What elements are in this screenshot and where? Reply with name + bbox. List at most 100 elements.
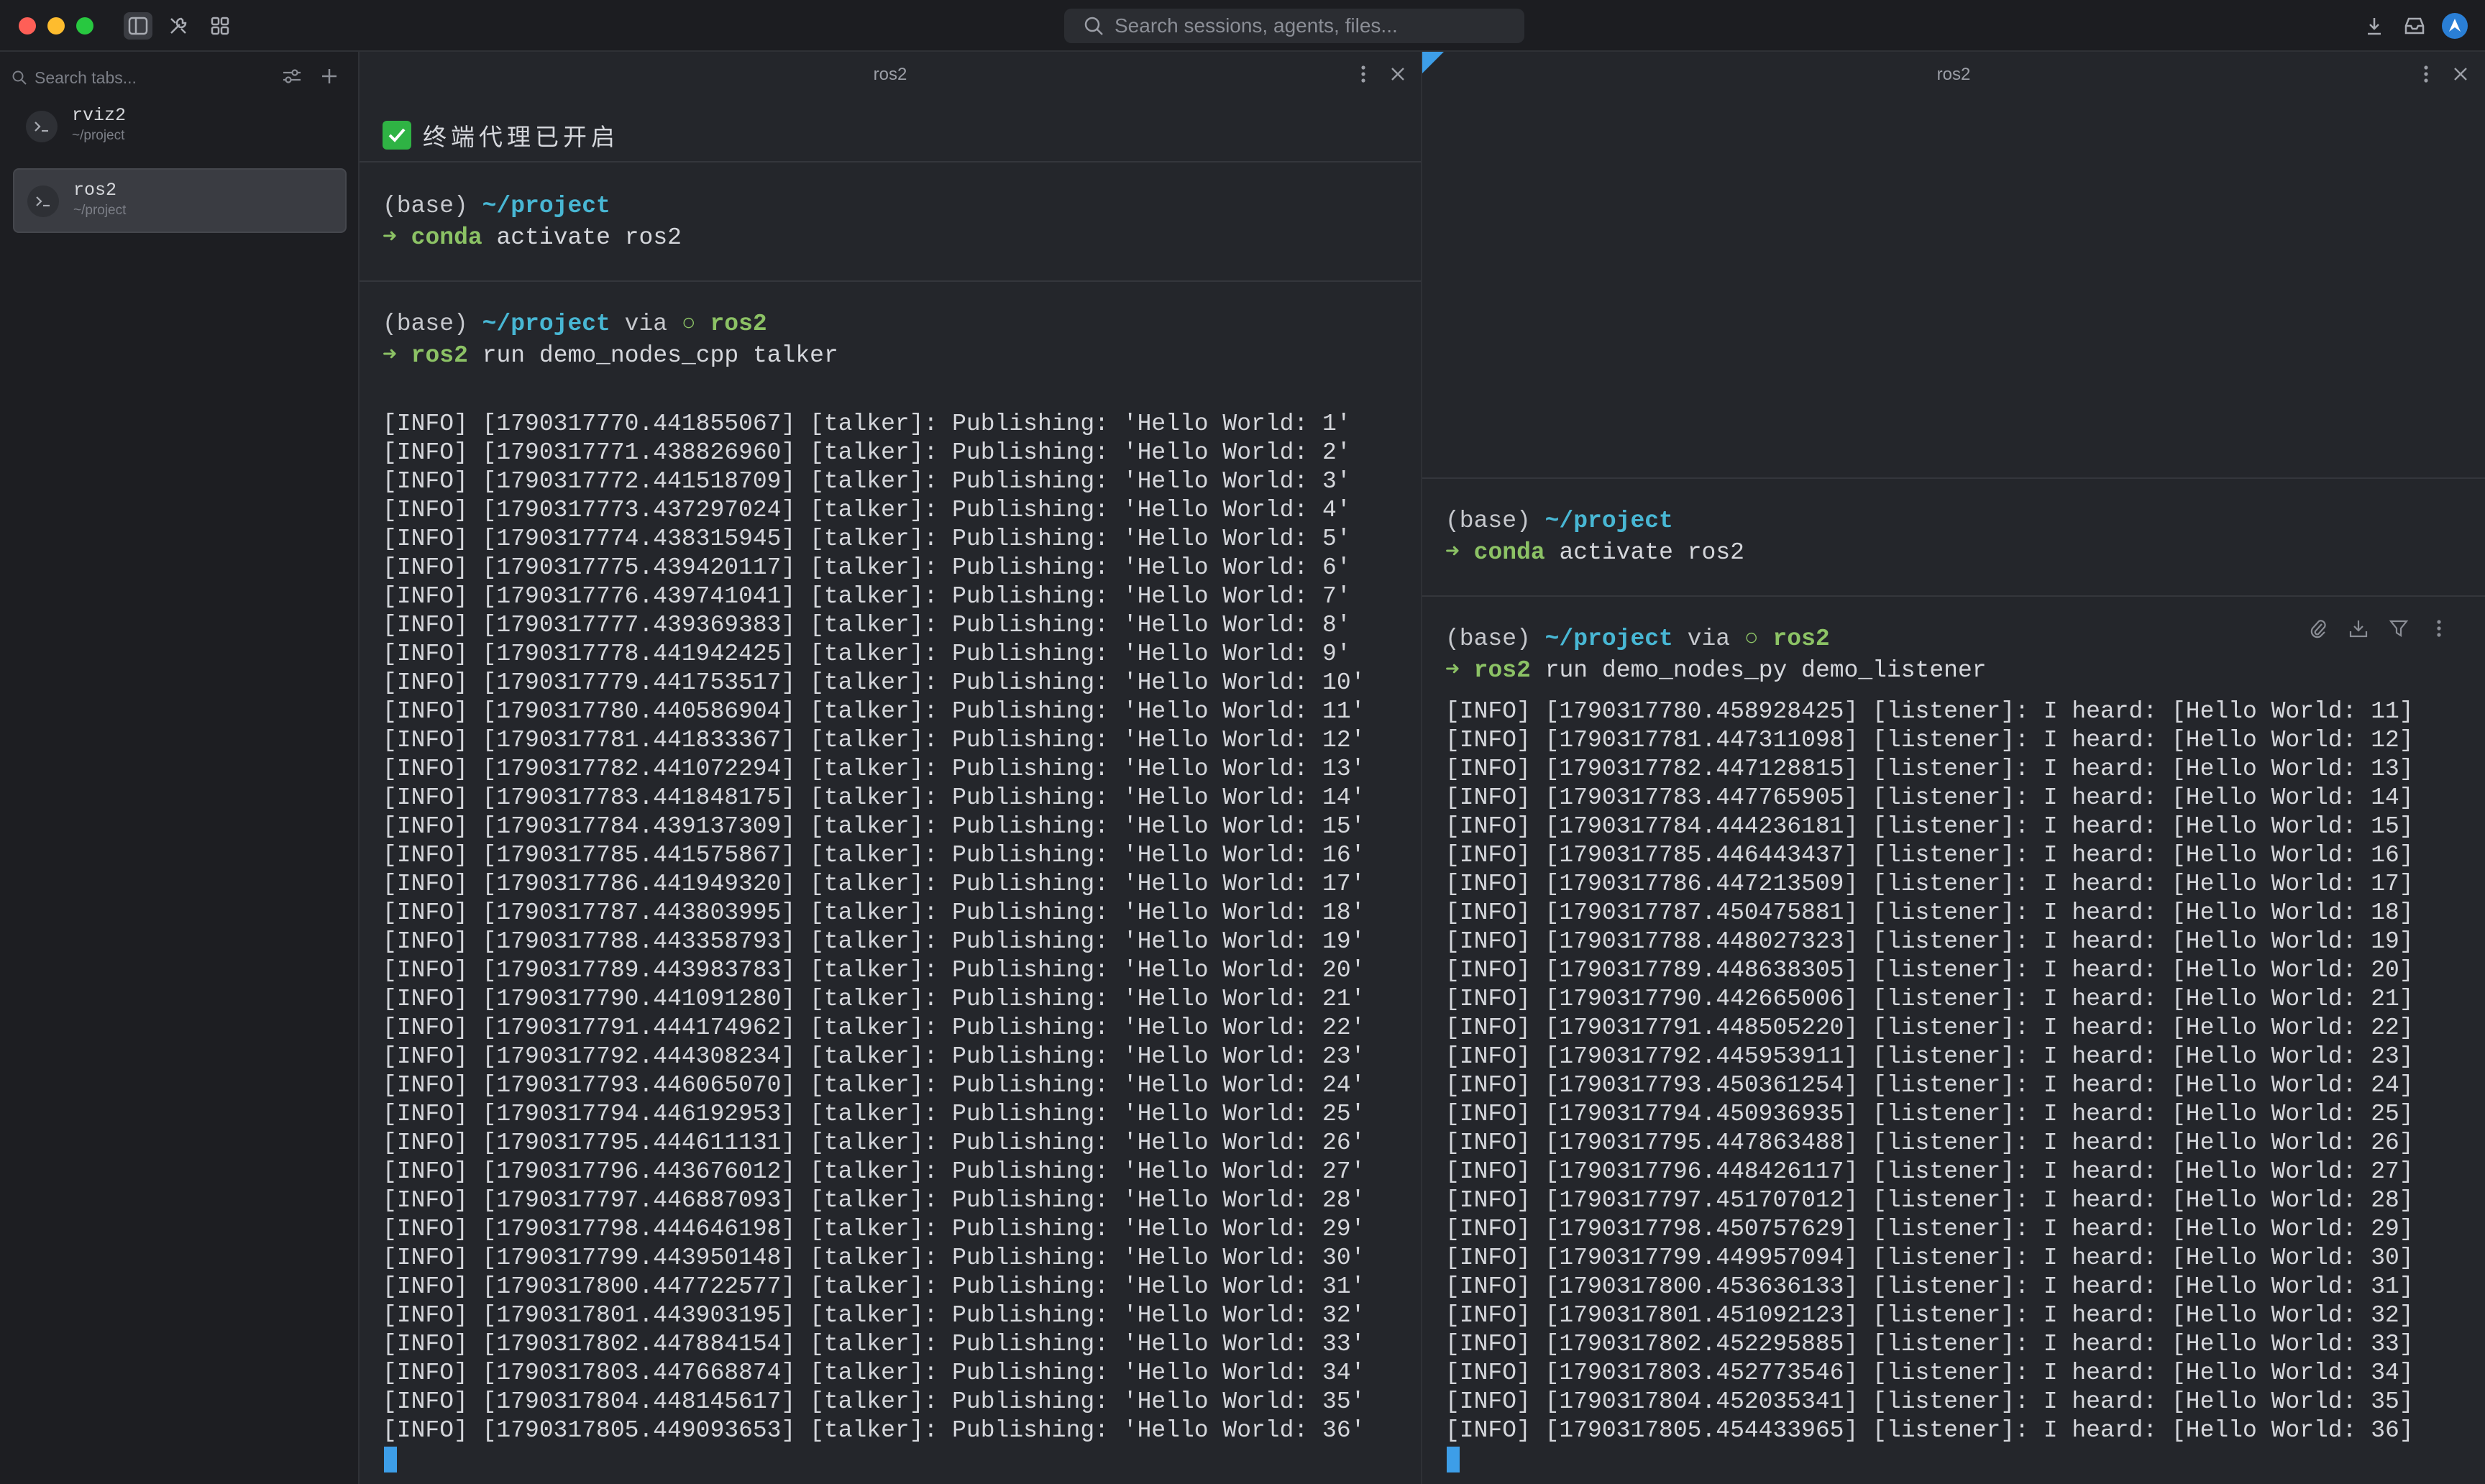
log-line: [INFO] [1790317792.445953911] [listener]…: [1445, 1043, 2414, 1070]
log-line: [INFO] [1790317783.441848175] [talker]: …: [383, 784, 1365, 811]
pane-header: ros2: [1422, 52, 2485, 96]
log-line: [INFO] [1790317802.452295885] [listener]…: [1445, 1331, 2414, 1357]
prompt-via: via: [610, 311, 682, 337]
terminal-pane-right[interactable]: ros2 (base) ~/project ➜ conda activate r…: [1422, 52, 2485, 1484]
log-line: [INFO] [1790317788.443358793] [talker]: …: [383, 928, 1365, 955]
command-args: run demo_nodes_py demo_listener: [1530, 657, 1987, 684]
command-args: run demo_nodes_cpp talker: [467, 342, 838, 369]
pane-title: ros2: [873, 65, 907, 84]
save-output-button[interactable]: [2343, 614, 2374, 643]
log-line: [INFO] [1790317774.438315945] [talker]: …: [383, 526, 1351, 552]
log-line: [INFO] [1790317788.448027323] [listener]…: [1445, 928, 2414, 955]
conda-env-icon: ○: [681, 311, 710, 337]
tab-search-input[interactable]: Search tabs...: [12, 63, 137, 92]
prompt-env-prefix: (base): [383, 193, 482, 219]
prompt-env-prefix: (base): [1445, 626, 1545, 652]
new-tab-button[interactable]: [315, 62, 344, 91]
pane-close-button[interactable]: [2448, 60, 2473, 88]
pane-menu-button[interactable]: [2413, 60, 2439, 88]
attach-button[interactable]: [2302, 614, 2334, 643]
session-name: ros2: [73, 180, 117, 201]
log-line: [INFO] [1790317789.448638305] [listener]…: [1445, 957, 2414, 984]
session-name: rviz2: [72, 105, 127, 126]
pane-menu-button[interactable]: [1350, 60, 1376, 88]
check-icon: [383, 121, 411, 150]
prompt-line: (base) ~/project: [1445, 508, 1673, 534]
log-line: [INFO] [1790317786.441949320] [talker]: …: [383, 871, 1365, 897]
terminal-output: [INFO] [1790317770.441855067] [talker]: …: [383, 410, 1365, 1445]
log-line: [INFO] [1790317804.452035341] [listener]…: [1445, 1388, 2414, 1415]
session-item-ros2[interactable]: ros2 ~/project: [13, 168, 347, 233]
command-name: ros2: [411, 342, 468, 369]
terminal-pane-left[interactable]: ros2 终端代理已开启 (base) ~/project ➜ conda ac…: [360, 52, 1422, 1484]
log-line: [INFO] [1790317796.448426117] [listener]…: [1445, 1158, 2414, 1185]
sidebar-toggle-button[interactable]: [124, 12, 152, 40]
filter-output-button[interactable]: [2383, 614, 2415, 643]
prompt-env-name: ros2: [710, 311, 767, 337]
filter-tabs-button[interactable]: [278, 62, 306, 91]
block-menu-button[interactable]: [2423, 614, 2455, 643]
log-line: [INFO] [1790317803.447668874] [talker]: …: [383, 1360, 1365, 1386]
prompt-env-prefix: (base): [383, 311, 482, 337]
log-line: [INFO] [1790317789.443983783] [talker]: …: [383, 957, 1365, 984]
global-search-input[interactable]: Search sessions, agents, files...: [1064, 9, 1524, 43]
more-icon: [2424, 65, 2428, 83]
session-path: ~/project: [73, 203, 127, 218]
log-line: [INFO] [1790317796.443676012] [talker]: …: [383, 1158, 1365, 1185]
log-line: [INFO] [1790317784.439137309] [talker]: …: [383, 813, 1365, 840]
log-line: [INFO] [1790317805.454433965] [listener]…: [1445, 1417, 2414, 1444]
minimize-window-button[interactable]: [47, 17, 65, 35]
log-line: [INFO] [1790317795.447863488] [listener]…: [1445, 1130, 2414, 1156]
command-name: conda: [411, 224, 482, 251]
terminal-icon: [27, 186, 59, 217]
session-item-rviz2[interactable]: rviz2 ~/project: [13, 95, 347, 160]
log-line: [INFO] [1790317798.450757629] [listener]…: [1445, 1216, 2414, 1242]
command-args: activate ros2: [482, 224, 682, 251]
command-name: ros2: [1473, 657, 1531, 684]
sliders-icon: [283, 69, 301, 83]
pane-header: ros2: [360, 52, 1421, 96]
close-window-button[interactable]: [19, 17, 36, 35]
prompt-env-prefix: (base): [1445, 508, 1545, 534]
download-button[interactable]: [2360, 12, 2389, 40]
log-line: [INFO] [1790317782.441072294] [talker]: …: [383, 756, 1365, 782]
search-icon: [12, 70, 27, 85]
log-line: [INFO] [1790317797.451707012] [listener]…: [1445, 1187, 2414, 1214]
log-line: [INFO] [1790317777.439369383] [talker]: …: [383, 612, 1351, 638]
log-line: [INFO] [1790317802.447884154] [talker]: …: [383, 1331, 1365, 1357]
download-icon: [2368, 18, 2381, 35]
log-line: [INFO] [1790317781.441833367] [talker]: …: [383, 727, 1365, 754]
account-button[interactable]: [2440, 12, 2469, 40]
log-line: [INFO] [1790317780.458928425] [listener]…: [1445, 698, 2414, 725]
grid-view-button[interactable]: [206, 12, 234, 40]
sidebar-toggle-icon: [128, 17, 148, 35]
save-icon: [2349, 620, 2368, 638]
prompt-path: ~/project: [1544, 626, 1673, 652]
log-line: [INFO] [1790317787.450475881] [listener]…: [1445, 899, 2414, 926]
prompt-arrow: ➜: [383, 342, 411, 369]
log-line: [INFO] [1790317804.448145617] [talker]: …: [383, 1388, 1365, 1415]
inbox-button[interactable]: [2400, 12, 2429, 40]
log-line: [INFO] [1790317790.441091280] [talker]: …: [383, 986, 1365, 1012]
log-line: [INFO] [1790317803.452773546] [listener]…: [1445, 1360, 2414, 1386]
pane-close-button[interactable]: [1385, 60, 1411, 88]
log-line: [INFO] [1790317793.446065070] [talker]: …: [383, 1072, 1365, 1099]
log-line: [INFO] [1790317805.449093653] [talker]: …: [383, 1417, 1365, 1444]
prompt-arrow: ➜: [1445, 657, 1474, 684]
app-logo-icon: [2442, 13, 2468, 39]
block-toolbar: [2294, 614, 2455, 643]
inbox-icon: [2404, 17, 2425, 35]
log-line: [INFO] [1790317791.444174962] [talker]: …: [383, 1014, 1365, 1041]
tools-button[interactable]: [164, 12, 193, 40]
log-line: [INFO] [1790317795.444611131] [talker]: …: [383, 1130, 1365, 1156]
log-line: [INFO] [1790317783.447765905] [listener]…: [1445, 784, 2414, 811]
log-line: [INFO] [1790317784.444236181] [listener]…: [1445, 813, 2414, 840]
zoom-window-button[interactable]: [76, 17, 93, 35]
log-line: [INFO] [1790317773.437297024] [talker]: …: [383, 497, 1351, 523]
terminal-cursor: [1447, 1447, 1460, 1472]
log-line: [INFO] [1790317785.441575867] [talker]: …: [383, 842, 1365, 869]
log-line: [INFO] [1790317780.440586904] [talker]: …: [383, 698, 1365, 725]
pane-title: ros2: [1936, 65, 1971, 84]
log-line: [INFO] [1790317771.438826960] [talker]: …: [383, 439, 1351, 466]
prompt-path: ~/project: [482, 311, 610, 337]
